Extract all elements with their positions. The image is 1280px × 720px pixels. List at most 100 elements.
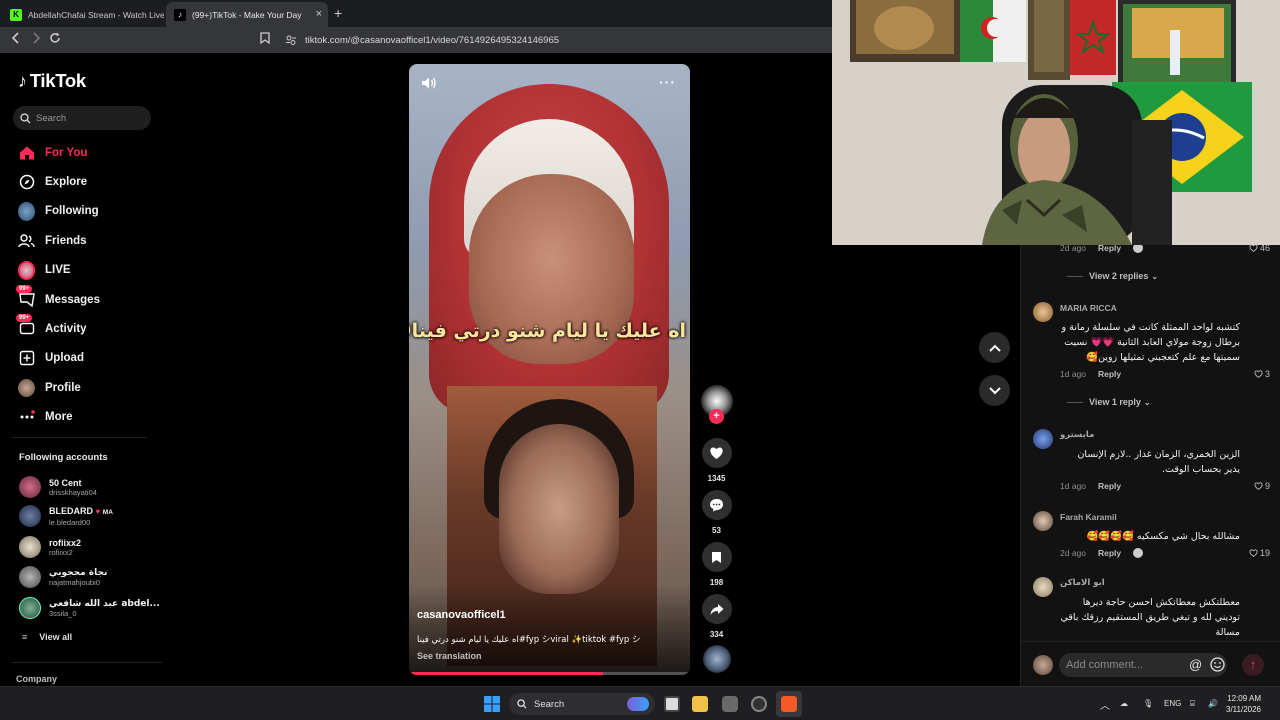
volume-tray-icon[interactable]: 🔊: [1208, 699, 1218, 708]
account-item[interactable]: نجاة محجوبي najatmahjoubi0: [19, 565, 107, 589]
nav-profile[interactable]: Profile: [18, 378, 81, 398]
account-name: 50 Cent: [49, 477, 82, 488]
creator-avatar: [1133, 548, 1144, 558]
comment-like-count: 3: [1264, 369, 1270, 379]
obs-icon[interactable]: [751, 696, 767, 712]
sidebar-divider: [12, 662, 162, 663]
mention-icon[interactable]: @: [1189, 657, 1202, 672]
clock-date: 3/11/2026: [1226, 705, 1261, 714]
heart-outline-icon: [1254, 482, 1263, 490]
author-avatar-button[interactable]: +: [700, 385, 733, 424]
account-item[interactable]: rofiixx2 rofiixx2: [19, 535, 81, 559]
account-name: عبد الله شافعي abdel...: [49, 598, 160, 609]
new-tab-button[interactable]: +: [334, 5, 342, 21]
comment-author[interactable]: MARIA RICCA: [1060, 303, 1117, 313]
emoji-icon[interactable]: [1210, 657, 1225, 677]
language-indicator[interactable]: ENG: [1164, 699, 1181, 708]
volume-icon[interactable]: [421, 76, 437, 95]
bookmark-icon[interactable]: [260, 32, 270, 46]
comment-text: الزين الخمري، الزمان غدار ..لازم الإنسان…: [1077, 449, 1240, 475]
comment-meta: 2d ago Reply: [1060, 548, 1144, 558]
more-options-icon[interactable]: ···: [659, 74, 676, 90]
forward-icon[interactable]: [30, 32, 42, 46]
nav-live[interactable]: LIVE: [18, 260, 71, 280]
mic-icon[interactable]: 🎙: [1143, 699, 1153, 708]
company-link[interactable]: Company: [16, 674, 57, 684]
view-replies-button[interactable]: View 2 replies ⌄: [1067, 271, 1158, 281]
comment-placeholder: Add comment...: [1066, 659, 1144, 671]
video-progress-bar[interactable]: [409, 672, 690, 675]
comment-text: معطلتكش معطاتكش احسن حاجة ديرها توديني ل…: [1060, 597, 1240, 638]
sound-disc-button[interactable]: [700, 645, 733, 673]
account-item[interactable]: BLEDARD ♥ MA le.bledard00: [19, 504, 113, 528]
upload-icon: [18, 350, 35, 367]
site-settings-icon[interactable]: [285, 34, 297, 48]
camera-app-icon[interactable]: [722, 696, 738, 712]
search-input[interactable]: Search: [13, 106, 151, 130]
nav-messages[interactable]: 99+ Messages: [16, 284, 100, 310]
reply-button[interactable]: Reply: [1098, 481, 1121, 491]
nav-activity[interactable]: 99+ Activity: [16, 313, 87, 339]
comment-author[interactable]: ابو الاماكن: [1060, 578, 1105, 588]
clock-time: 12:09 AM: [1227, 694, 1261, 703]
onedrive-icon[interactable]: ☁: [1120, 699, 1128, 708]
comment-button[interactable]: 53: [700, 490, 733, 535]
nav-for-you[interactable]: For You: [18, 143, 87, 163]
file-explorer-icon[interactable]: [692, 696, 708, 712]
network-icon[interactable]: ⌸: [1190, 699, 1195, 709]
share-button[interactable]: 334: [700, 594, 733, 639]
taskbar-search[interactable]: Search: [509, 693, 655, 715]
comment-like-button[interactable]: 19: [1249, 548, 1270, 558]
back-icon[interactable]: [10, 32, 22, 46]
follow-plus-icon[interactable]: +: [709, 409, 724, 424]
view-all-button[interactable]: ≡ View all: [22, 632, 72, 642]
list-icon: ≡: [22, 632, 28, 642]
nav-explore[interactable]: Explore: [18, 172, 87, 192]
comment-author[interactable]: Farah Karamil: [1060, 512, 1117, 522]
tray-chevron-icon[interactable]: ︿: [1100, 697, 1110, 712]
reload-icon[interactable]: [49, 32, 61, 46]
comment-time: 1d ago: [1060, 369, 1086, 379]
add-comment-bar: Add comment... @ ↑: [1021, 641, 1280, 686]
windows-start-icon[interactable]: [484, 696, 500, 717]
system-clock[interactable]: 12:09 AM 3/11/2026: [1226, 693, 1261, 715]
like-button[interactable]: 1345: [700, 438, 733, 483]
close-tab-icon[interactable]: ×: [316, 8, 322, 20]
save-button[interactable]: 198: [700, 542, 733, 587]
account-item[interactable]: 50 Cent drisskhayati04: [19, 475, 97, 499]
following-avatar-icon: [18, 201, 35, 221]
nav-label: Activity: [45, 323, 87, 335]
task-view-icon[interactable]: [664, 696, 680, 712]
nav-upload[interactable]: Upload: [18, 348, 84, 368]
account-item[interactable]: عبد الله شافعي abdel... 3ssila_0: [19, 596, 160, 620]
taskbar-search-label: Search: [534, 698, 565, 710]
video-caption-overlay: اه عليك يا ليام شنو درتي فينا😟: [409, 320, 686, 342]
see-translation-button[interactable]: See translation: [417, 651, 482, 661]
comment-like-button[interactable]: 46: [1249, 245, 1270, 253]
tab-tiktok[interactable]: ♪ (99+)TikTok - Make Your Day ×: [166, 2, 328, 27]
comment-time: 1d ago: [1060, 481, 1086, 491]
comment-like-button[interactable]: 3: [1254, 369, 1270, 379]
send-comment-button[interactable]: ↑: [1242, 654, 1264, 676]
reply-button[interactable]: Reply: [1098, 369, 1121, 379]
nav-label: More: [45, 411, 73, 423]
comment-like-button[interactable]: 9: [1254, 481, 1270, 491]
tiktok-logo[interactable]: ♪ TikTok: [18, 70, 86, 92]
next-video-button[interactable]: [979, 375, 1010, 406]
reply-button[interactable]: Reply: [1098, 548, 1121, 558]
sidebar-divider: [12, 437, 147, 438]
comment-like-count: 19: [1259, 548, 1270, 558]
video-author[interactable]: casanovaofficel1: [417, 609, 506, 621]
previous-video-button[interactable]: [979, 332, 1010, 363]
brave-taskbar-button[interactable]: [776, 691, 802, 717]
nav-following[interactable]: Following: [18, 201, 99, 221]
nav-more[interactable]: More: [18, 407, 72, 427]
tab-stream[interactable]: K AbdellahChafai Stream - Watch Live: [2, 2, 164, 27]
comment-author[interactable]: مايسترو: [1060, 430, 1094, 440]
url-field[interactable]: tiktok.com/@casanovaofficel1/video/76149…: [305, 35, 559, 46]
video-player[interactable]: اه عليك يا ليام شنو درتي فينا😟 ··· casan…: [409, 64, 690, 675]
reply-button[interactable]: Reply: [1098, 245, 1121, 253]
view-replies-button[interactable]: View 1 reply ⌄: [1067, 397, 1151, 407]
more-icon: [18, 409, 35, 426]
nav-friends[interactable]: Friends: [18, 231, 87, 251]
